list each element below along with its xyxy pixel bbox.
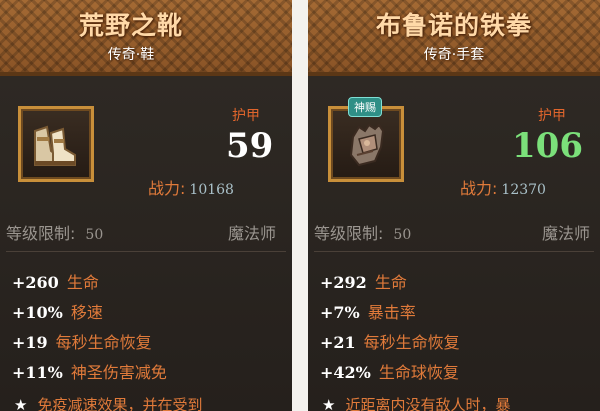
stat-value: +10% [12,303,63,322]
stat-line: +21 每秒生命恢复 [320,329,460,353]
item-body: 护甲 59 战力: 10168 等级限制: 50 魔法师 +260 生命 +10% 移速… [0,76,292,411]
combat-power: 战力: 12370 [460,175,546,199]
combat-power-value: 10168 [189,182,234,198]
level-value: 50 [393,227,412,243]
item-title: 布鲁诺的铁拳 [375,11,532,40]
divine-badge: 神赐 [348,97,382,117]
class-requirement: 魔法师 [541,224,590,243]
stat-value: +292 [320,273,367,292]
stat-label: 暴击率 [367,303,416,322]
stat-label: 每秒生命恢复 [55,333,152,352]
stat-value: +21 [320,333,356,352]
stat-value: +19 [12,333,48,352]
level-requirement: 等级限制: 50 [314,220,411,244]
star-icon: ★ [322,396,336,411]
level-requirement: 等级限制: 50 [6,220,103,244]
stat-line: +260 生命 [12,269,99,293]
stat-label: 神圣伤害减免 [70,363,167,382]
combat-power-value: 12370 [501,182,546,198]
item-card-gauntlet[interactable]: 布鲁诺的铁拳 传奇·手套 神赐 护甲 106 战力: 12370 等级限制: 50 … [308,0,600,411]
stat-line: +10% 移速 [12,299,103,323]
combat-power-label: 战力: [148,179,186,198]
armor-label: 护甲 [232,108,260,124]
stat-label: 移速 [70,303,103,322]
level-label: 等级限制: [314,224,384,243]
stat-value: +42% [320,363,371,382]
item-thumbnail [328,106,404,182]
legendary-effect-text: 免疫减速效果，并在受到 [37,396,203,411]
item-card-boots[interactable]: 荒野之靴 传奇·鞋 护甲 59 战力: 10168 等级限制: 50 魔法师 +26… [0,0,292,411]
item-body: 神赐 护甲 106 战力: 12370 等级限制: 50 魔法师 +292 生命 +7… [308,76,600,411]
stat-value: +7% [320,303,360,322]
stat-label: 生命 [374,273,407,292]
legendary-effect: ★ 近距离内没有敌人时，暴 [322,394,510,411]
armor-value: 106 [512,126,583,166]
item-thumbnail [18,106,94,182]
level-label: 等级限制: [6,224,76,243]
stat-value: +11% [12,363,63,382]
stat-label: 生命球恢复 [378,363,459,382]
legendary-effect-text: 近距离内没有敌人时，暴 [345,396,511,411]
class-requirement: 魔法师 [227,224,276,243]
stat-label: 生命 [66,273,99,292]
stat-line: +42% 生命球恢复 [320,359,459,383]
stat-value: +260 [12,273,59,292]
stat-line: +19 每秒生命恢复 [12,329,152,353]
gauntlet-icon [349,123,385,167]
stat-label: 每秒生命恢复 [363,333,460,352]
item-title: 荒野之靴 [78,11,183,40]
level-value: 50 [85,227,104,243]
boots-icon [34,125,76,166]
item-header: 布鲁诺的铁拳 传奇·手套 [308,0,600,76]
item-header: 荒野之靴 传奇·鞋 [0,0,292,76]
divider [6,251,286,252]
divider [314,251,594,252]
combat-power-label: 战力: [460,179,498,198]
combat-power: 战力: 10168 [148,175,234,199]
item-subtitle: 传奇·手套 [423,47,485,63]
armor-label: 护甲 [538,108,566,124]
star-icon: ★ [14,396,28,411]
legendary-effect: ★ 免疫减速效果，并在受到 [14,394,202,411]
stat-line: +292 生命 [320,269,407,293]
stat-line: +11% 神圣伤害减免 [12,359,167,383]
stat-line: +7% 暴击率 [320,299,416,323]
armor-value: 59 [226,126,274,166]
item-subtitle: 传奇·鞋 [107,47,155,63]
